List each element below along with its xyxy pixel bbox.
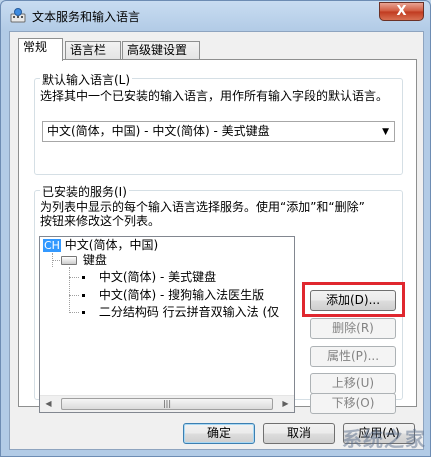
keyboard-icon — [61, 256, 77, 265]
move-down-button[interactable]: 下移(O) — [310, 393, 396, 414]
title-bar[interactable]: 文本服务和输入语言 X — [1, 1, 430, 31]
horizontal-scrollbar[interactable]: ◀ ||| ▶ — [40, 395, 294, 412]
ok-button[interactable]: 确定 — [183, 423, 255, 444]
tree-item[interactable]: 二分结构码 行云拼音双输入法 (仅 — [80, 305, 279, 320]
dialog-client: 常规 语言栏 高级键设置 默认输入语言(L) 选择其中一个已安装的输入语言，用作… — [9, 31, 424, 450]
scrollbar-thumb[interactable]: ||| — [61, 398, 273, 410]
tab-language-bar[interactable]: 语言栏 — [65, 41, 121, 60]
highlight-box — [302, 282, 405, 317]
services-tree[interactable]: CH 中文(简体，中国) 键盘 中文(简体) - 美式键盘 中文(简体) - 搜… — [39, 236, 295, 413]
tab-advanced-key-settings[interactable]: 高级键设置 — [122, 41, 200, 60]
tree-category-label: 键盘 — [82, 253, 107, 267]
dialog-window: 文本服务和输入语言 X 常规 语言栏 高级键设置 默认输入语言(L) 选择其中一… — [0, 0, 431, 457]
bullet-icon — [82, 294, 85, 297]
bullet-icon — [82, 276, 85, 279]
installed-services-description-line1: 为列表中显示的每个输入语言选择服务。使用“添加”和“删除” — [40, 200, 365, 214]
default-language-description: 选择其中一个已安装的输入语言，用作所有输入字段的默认语言。 — [40, 89, 389, 103]
installed-services-label: 已安装的服务(I) — [40, 183, 129, 200]
default-language-label: 默认输入语言(L) — [40, 71, 133, 88]
window-title: 文本服务和输入语言 — [32, 10, 141, 24]
tree-node-keyboard[interactable]: 键盘 — [61, 253, 107, 268]
tree-item-label: 中文(简体) - 美式键盘 — [98, 270, 217, 284]
tree-node-language[interactable]: CH 中文(简体，中国) — [43, 238, 158, 253]
move-up-button[interactable]: 上移(U) — [310, 373, 396, 394]
general-tab-panel: 默认输入语言(L) 选择其中一个已安装的输入语言，用作所有输入字段的默认语言。 … — [18, 59, 417, 414]
default-language-value: 中文(简体，中国) - 中文(简体) - 美式键盘 — [47, 124, 270, 138]
installed-services-description-line2: 按钮来修改这个列表。 — [40, 214, 161, 228]
tree-language-label: 中文(简体，中国) — [64, 238, 159, 252]
tree-item[interactable]: 中文(简体) - 搜狗输入法医生版 — [80, 288, 264, 303]
keyboard-globe-icon — [10, 8, 26, 23]
tab-general[interactable]: 常规 — [18, 38, 63, 61]
scroll-left-icon[interactable]: ◀ — [40, 396, 57, 412]
tree-item[interactable]: 中文(简体) - 美式键盘 — [80, 270, 216, 285]
language-tag: CH — [43, 239, 61, 252]
watermark: 系统之家 — [342, 429, 426, 451]
properties-button[interactable]: 属性(P)... — [310, 346, 396, 367]
bullet-icon — [82, 311, 85, 314]
tree-item-label: 中文(简体) - 搜狗输入法医生版 — [98, 288, 265, 302]
close-button[interactable]: X — [379, 2, 424, 21]
remove-button[interactable]: 删除(R) — [310, 318, 396, 339]
chevron-down-icon[interactable]: ▼ — [382, 123, 389, 142]
tree-item-label: 二分结构码 行云拼音双输入法 (仅 — [98, 305, 280, 319]
default-language-select[interactable]: 中文(简体，中国) - 中文(简体) - 美式键盘 ▼ — [42, 121, 395, 142]
cancel-button[interactable]: 取消 — [263, 423, 335, 444]
scroll-right-icon[interactable]: ▶ — [277, 396, 294, 412]
